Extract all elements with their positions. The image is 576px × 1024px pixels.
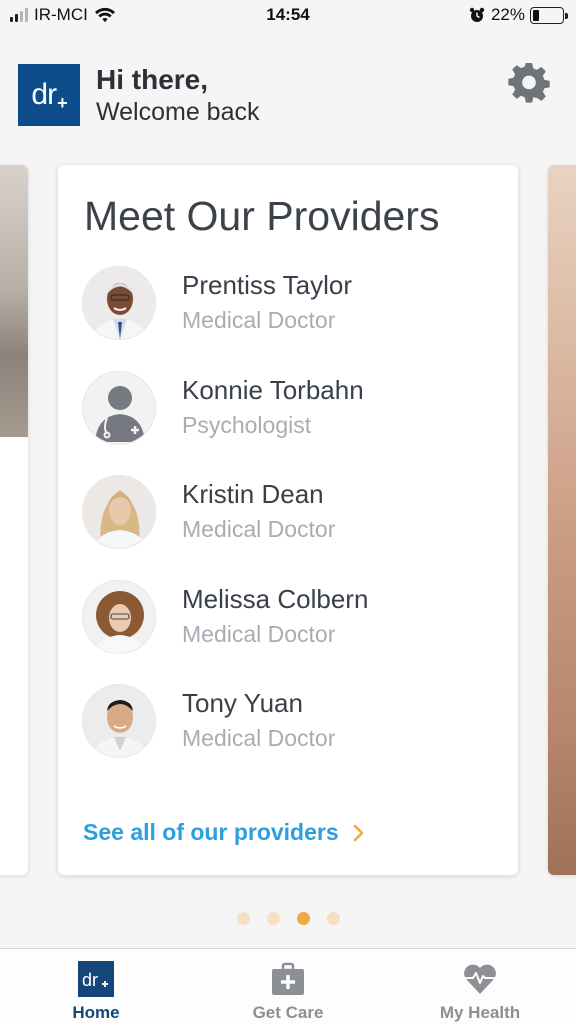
svg-text:dr: dr [82,970,98,990]
logo-plus-mark: + [57,92,67,113]
battery-fill [533,9,540,21]
home-logo-icon: dr [78,961,114,997]
see-all-label: See all of our providers [83,819,339,845]
provider-role: Psychologist [182,412,312,438]
battery-icon [530,6,568,24]
provider-name: Melissa Colbern [182,584,369,614]
provider-photo-icon [83,267,155,339]
tab-label: Home [72,1003,120,1022]
provider-item[interactable]: Melissa Colbern Medical Doctor [82,580,502,656]
tab-my-health[interactable]: My Health [384,961,576,1023]
landscape-photo [0,165,28,437]
pagination-dot[interactable] [296,912,310,925]
provider-avatar [82,475,156,549]
provider-name: Konnie Torbahn [182,375,364,405]
carousel-pagination [0,912,576,925]
doctor-placeholder-icon [83,372,155,444]
card-title: Meet Our Providers [84,193,440,239]
tab-bar: dr Home Get Care My Health [0,948,576,1024]
carousel-card-previous[interactable] [0,165,28,875]
provider-role: Medical Doctor [182,621,336,647]
provider-avatar [82,684,156,758]
app-logo: dr + [18,64,80,126]
see-all-providers-link[interactable]: See all of our providers [83,819,365,846]
tab-label: My Health [439,1003,521,1022]
provider-name: Prentiss Taylor [182,270,353,300]
provider-name: Tony Yuan [182,688,303,718]
provider-avatar [82,371,156,445]
logo-text: dr [31,78,57,111]
greeting-title: Hi there, [96,64,209,95]
status-right: 22% [469,5,568,25]
tab-label: Get Care [252,1003,324,1022]
gear-icon[interactable] [508,62,550,104]
provider-role: Medical Doctor [182,307,336,333]
alarm-icon [469,7,485,22]
provider-item[interactable]: Prentiss Taylor Medical Doctor [82,266,502,342]
carousel-card-next[interactable] [548,165,576,875]
provider-role: Medical Doctor [182,516,336,542]
heart-pulse-icon [464,964,496,994]
provider-role: Medical Doctor [182,725,336,751]
tab-get-care[interactable]: Get Care [192,961,384,1023]
tab-home[interactable]: dr Home [0,961,192,1023]
provider-photo-icon [83,476,155,548]
provider-photo-icon [83,685,155,757]
provider-avatar [82,580,156,654]
pagination-dot[interactable] [266,912,280,925]
battery-percentage: 22% [490,5,525,24]
provider-photo-icon [83,581,155,653]
app-header: dr + Hi there, Welcome back [18,62,558,128]
provider-item[interactable]: Kristin Dean Medical Doctor [82,475,502,551]
provider-name: Kristin Dean [182,479,324,509]
providers-card: Meet Our Providers Prentiss Taylor Medic… [58,165,518,875]
greeting-subtitle: Welcome back [96,98,260,126]
status-bar: IR-MCI 14:54 22% [0,0,576,32]
provider-avatar [82,266,156,340]
medical-kit-icon [272,962,304,995]
chevron-right-icon [353,824,363,841]
pagination-dot[interactable] [236,912,250,925]
provider-item[interactable]: Konnie Torbahn Psychologist [82,371,502,447]
pagination-dot[interactable] [326,912,340,925]
greeting: Hi there, Welcome back [96,64,260,128]
provider-item[interactable]: Tony Yuan Medical Doctor [82,684,502,760]
